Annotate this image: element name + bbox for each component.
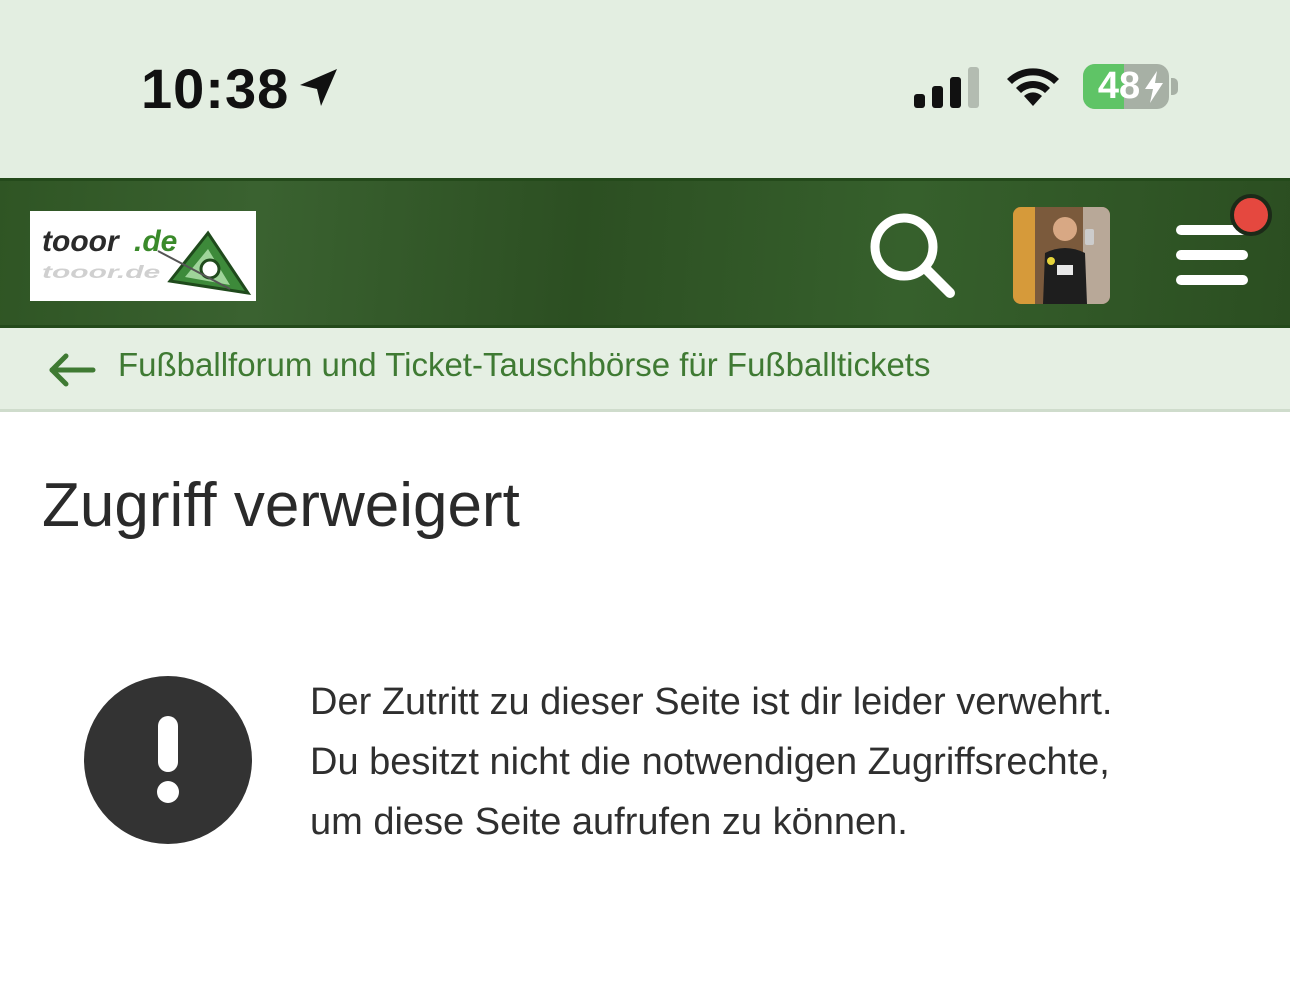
location-arrow-icon [300, 69, 337, 106]
site-logo-image: tooor .de tooor.de [30, 211, 256, 301]
breadcrumb-link[interactable]: Fußballforum und Ticket-Tauschbörse für … [118, 346, 930, 384]
svg-text:tooor.de: tooor.de [42, 263, 161, 283]
message-line: um diese Seite aufrufen zu können. [310, 801, 908, 843]
notification-badge [1230, 194, 1272, 236]
cellular-signal-icon [914, 67, 979, 108]
status-bar: 10:38 48 [0, 0, 1290, 178]
charging-bolt-icon [1145, 71, 1163, 103]
exclamation-icon [84, 676, 252, 844]
access-denied-message: Der Zutritt zu dieser Seite ist dir leid… [310, 672, 1270, 852]
wifi-icon [1007, 68, 1059, 106]
menu-icon-line [1176, 250, 1248, 260]
status-time: 10:38 [141, 57, 290, 120]
battery-indicator: 48 [1083, 64, 1169, 109]
breadcrumb: Fußballforum und Ticket-Tauschbörse für … [0, 328, 1290, 412]
user-avatar[interactable] [1013, 207, 1110, 304]
site-logo[interactable]: tooor .de tooor.de [30, 211, 256, 301]
site-header: tooor .de tooor.de [0, 178, 1290, 328]
message-line: Du besitzt nicht die notwendigen Zugriff… [310, 741, 1110, 783]
menu-icon-line [1176, 275, 1248, 285]
battery-nub [1171, 78, 1178, 95]
avatar-image [1013, 207, 1110, 304]
back-arrow-icon[interactable] [48, 352, 96, 388]
search-icon[interactable] [866, 209, 958, 301]
message-line: Der Zutritt zu dieser Seite ist dir leid… [310, 681, 1113, 723]
page-title: Zugriff verweigert [42, 471, 520, 540]
svg-text:.de: .de [134, 225, 177, 258]
svg-text:tooor: tooor [42, 225, 121, 258]
